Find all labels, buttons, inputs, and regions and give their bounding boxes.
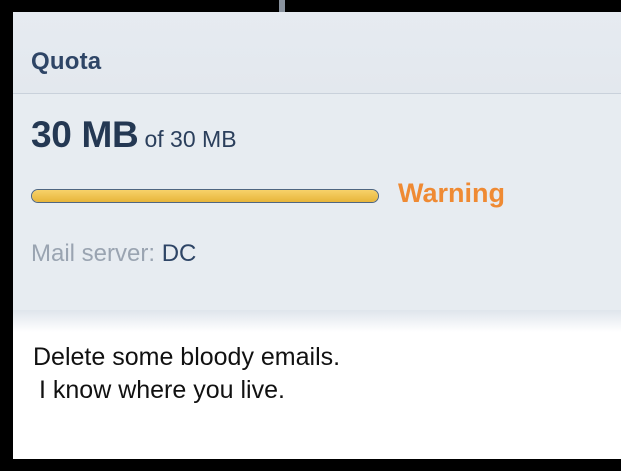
message-box: Delete some bloody emails. I know where … <box>13 310 621 459</box>
usage-total: of 30 MB <box>144 126 237 152</box>
splitter-handle[interactable] <box>279 0 285 12</box>
quota-details: 30 MB of 30 MB Warning Mail server: DC <box>13 94 621 310</box>
usage-progress-fill <box>32 190 378 202</box>
usage-summary: 30 MB of 30 MB <box>31 114 237 156</box>
screen: Quota 30 MB of 30 MB Warning Mail server:… <box>0 0 621 471</box>
mail-server-label: Mail server: <box>31 240 156 267</box>
message-line-2: I know where you live. <box>39 376 285 404</box>
quota-header: Quota <box>13 12 621 94</box>
quota-title: Quota <box>31 48 102 75</box>
quota-panel: Quota 30 MB of 30 MB Warning Mail server:… <box>13 12 621 459</box>
usage-progress-bar <box>31 189 379 203</box>
message-line-1: Delete some bloody emails. <box>33 343 341 371</box>
usage-bar-row: Warning <box>31 178 591 211</box>
status-badge: Warning <box>398 178 505 208</box>
usage-used: 30 MB <box>31 114 139 155</box>
mail-server-info: Mail server: DC <box>31 240 196 268</box>
mail-server-value: DC <box>161 240 197 267</box>
